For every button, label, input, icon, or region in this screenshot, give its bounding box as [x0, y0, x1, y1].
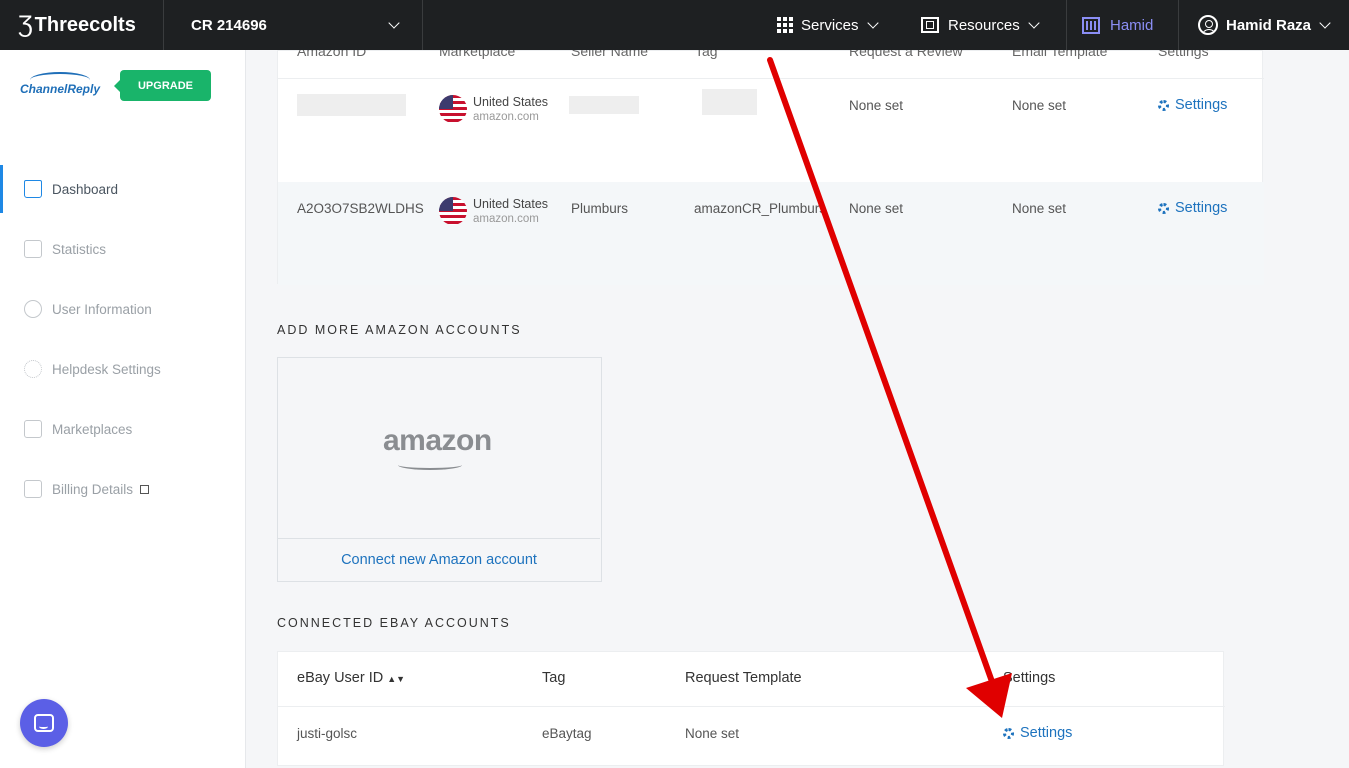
sidebar-item-billing-details[interactable]: Billing Details [0, 465, 246, 513]
sidebar: ChannelReply UPGRADE Dashboard Statistic… [0, 50, 246, 768]
us-flag-icon [439, 95, 467, 123]
grid-icon [777, 17, 793, 33]
tag-cell: amazonCR_Plumburs [694, 201, 827, 216]
clipboard-chart-icon [24, 240, 42, 258]
amazon-accounts-table: Amazon ID Marketplace Seller Name Tag Re… [277, 43, 1264, 285]
review-cell: None set [849, 201, 904, 216]
gear-icon [1003, 727, 1014, 739]
marketplace-cell: United States amazon.com [473, 197, 549, 225]
receipt-icon [24, 480, 42, 498]
gear-icon [24, 360, 42, 378]
ebay-settings-link[interactable]: Settings [1003, 725, 1072, 741]
upgrade-button[interactable]: UPGRADE [114, 70, 211, 101]
sidebar-item-statistics[interactable]: Statistics [0, 225, 246, 273]
services-label: Services [801, 16, 859, 34]
chevron-down-icon [1319, 17, 1331, 29]
top-bar: Ʒ Threecolts CR 214696 Services Resource… [0, 0, 1349, 50]
user-circle-icon [1198, 15, 1218, 35]
redacted-tag [702, 89, 757, 115]
header-request-template: Request Template [685, 670, 802, 686]
redacted-amazon-id [297, 94, 406, 116]
seller-cell: Plumburs [571, 201, 629, 216]
store-icon [24, 420, 42, 438]
review-cell: None set [849, 98, 904, 113]
ebay-accounts-table: eBay User ID ▲▼ Tag Request Template Sett… [277, 651, 1225, 766]
marketplace-cell: United States amazon.com [473, 95, 549, 123]
user-name: Hamid Raza [1226, 16, 1312, 34]
brand-name: Threecolts [34, 13, 136, 36]
chat-icon [34, 714, 54, 732]
threecolts-logo-icon: Ʒ [18, 11, 33, 38]
sidebar-item-dashboard[interactable]: Dashboard [0, 165, 246, 213]
header-settings: Settings [1003, 670, 1056, 686]
connect-amazon-link[interactable]: Connect new Amazon account [278, 538, 600, 581]
channelreply-logo[interactable]: ChannelReply [20, 72, 100, 96]
chevron-down-icon [388, 17, 400, 29]
account-label: CR 214696 [191, 16, 267, 34]
table-row: United States amazon.com None set None s… [278, 78, 1264, 182]
sidebar-item-marketplaces[interactable]: Marketplaces [0, 405, 246, 453]
tag-cell: eBaytag [542, 726, 592, 741]
settings-link[interactable]: Settings [1158, 97, 1227, 113]
sidebar-item-helpdesk-settings[interactable]: Helpdesk Settings [0, 345, 246, 393]
home-icon [24, 180, 42, 198]
resources-menu[interactable]: Resources [921, 0, 1040, 50]
external-link-icon [140, 484, 150, 494]
threecolts-logo[interactable]: Ʒ Threecolts [0, 0, 164, 50]
workspace-label: Hamid [1110, 16, 1154, 34]
template-cell: None set [1012, 201, 1067, 216]
resources-label: Resources [948, 16, 1020, 34]
sort-icon: ▲▼ [387, 674, 406, 684]
add-amazon-section-title: ADD MORE AMAZON ACCOUNTS [277, 323, 522, 337]
account-selector[interactable]: CR 214696 [164, 0, 423, 50]
amazon-logo: amazon [383, 424, 492, 457]
amazon-smile-icon [398, 460, 462, 470]
redacted-seller-name [569, 96, 639, 114]
services-menu[interactable]: Services [777, 0, 879, 50]
sidebar-item-user-information[interactable]: User Information [0, 285, 246, 333]
book-icon [921, 17, 939, 33]
gear-icon [1158, 202, 1169, 214]
ebay-user-id-cell: justi-golsc [297, 726, 358, 741]
chat-launcher-button[interactable] [20, 699, 68, 747]
user-icon [24, 300, 42, 318]
building-icon [1082, 16, 1100, 34]
chevron-down-icon [1028, 17, 1040, 29]
template-cell: None set [1012, 98, 1067, 113]
template-cell: None set [685, 726, 740, 741]
settings-link[interactable]: Settings [1158, 200, 1227, 216]
header-tag: Tag [542, 670, 566, 686]
amazon-id-cell: A2O3O7SB2WLDHS [297, 201, 424, 216]
us-flag-icon [439, 197, 467, 225]
ebay-section-title: CONNECTED EBAY ACCOUNTS [277, 616, 511, 630]
connect-amazon-card[interactable]: amazon Connect new Amazon account [277, 357, 602, 582]
chevron-down-icon [866, 17, 879, 29]
user-menu[interactable]: Hamid Raza [1198, 0, 1331, 50]
workspace-button[interactable]: Hamid [1066, 0, 1179, 50]
header-ebay-user-id[interactable]: eBay User ID ▲▼ [297, 670, 405, 686]
table-row: justi-golsc eBaytag None set Settings [278, 706, 1225, 766]
gear-icon [1158, 99, 1169, 111]
table-row: A2O3O7SB2WLDHS United States amazon.com … [278, 182, 1264, 285]
